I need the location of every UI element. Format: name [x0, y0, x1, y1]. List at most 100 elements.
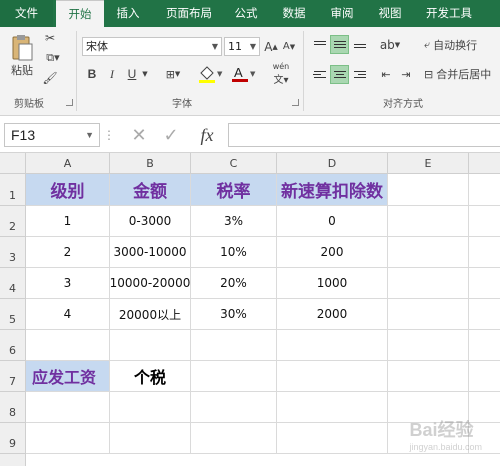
cell-d3[interactable]: 200 — [277, 237, 388, 268]
align-top-button[interactable] — [310, 35, 329, 54]
cell-e4[interactable] — [388, 268, 469, 299]
row-header-3[interactable]: 3 — [0, 237, 26, 268]
italic-button[interactable]: I — [104, 65, 120, 83]
cell-b1[interactable]: 金额 — [110, 174, 191, 206]
cell-c4[interactable]: 20% — [191, 268, 277, 299]
cell-f5[interactable] — [469, 299, 500, 330]
phonetic-guide-icon[interactable]: wén 文▾ — [266, 62, 296, 86]
cell-a2[interactable]: 1 — [26, 206, 110, 237]
align-middle-button[interactable] — [330, 35, 349, 54]
tab-view[interactable]: 视图 — [370, 0, 410, 27]
cell-f1[interactable] — [469, 174, 500, 206]
cell-d9[interactable] — [277, 423, 388, 454]
paste-icon[interactable] — [8, 33, 36, 63]
underline-button[interactable]: U — [124, 65, 140, 83]
row-header-10[interactable] — [0, 454, 26, 466]
column-header-f[interactable] — [469, 153, 500, 174]
increase-font-size-icon[interactable]: A ▲ — [264, 37, 278, 56]
align-right-button[interactable] — [350, 65, 369, 84]
row-header-9[interactable]: 9 — [0, 423, 26, 454]
cell-d6[interactable] — [277, 330, 388, 361]
cell-d7[interactable] — [277, 361, 388, 392]
cell-a8[interactable] — [26, 392, 110, 423]
tab-page-layout[interactable]: 页面布局 — [156, 0, 222, 27]
font-color-icon[interactable]: A ▼ — [230, 65, 258, 83]
wrap-text-button[interactable]: ⤶ 自动换行 — [424, 36, 500, 54]
cell-a7[interactable]: 应发工资 — [26, 361, 110, 392]
tab-home[interactable]: 开始 — [56, 0, 104, 28]
tab-file[interactable]: 文件 — [0, 0, 53, 27]
cell-e5[interactable] — [388, 299, 469, 330]
decrease-indent-icon[interactable]: ⇤ — [377, 65, 395, 84]
merge-center-button[interactable]: ⊟ 合并后居中 — [424, 65, 500, 83]
cell-e7[interactable] — [388, 361, 469, 392]
chevron-down-icon[interactable]: ▼ — [140, 65, 150, 83]
cell-c3[interactable]: 10% — [191, 237, 277, 268]
name-box[interactable]: F13 ▼ — [4, 123, 100, 147]
fill-color-icon[interactable]: ▼ — [196, 65, 226, 83]
cell-b4[interactable]: 10000-20000 — [110, 268, 191, 299]
column-header-d[interactable]: D — [277, 153, 388, 174]
copy-icon[interactable]: ⧉▾ — [42, 50, 64, 66]
cell-e2[interactable] — [388, 206, 469, 237]
paste-button-label[interactable]: 粘贴 — [6, 63, 38, 77]
cell-a4[interactable]: 3 — [26, 268, 110, 299]
decrease-font-size-icon[interactable]: A ▼ — [282, 37, 296, 56]
formula-input[interactable] — [228, 123, 500, 147]
cell-c5[interactable]: 30% — [191, 299, 277, 330]
cell-a9[interactable] — [26, 423, 110, 454]
cell-c7[interactable] — [191, 361, 277, 392]
cell-b9[interactable] — [110, 423, 191, 454]
row-header-4[interactable]: 4 — [0, 268, 26, 299]
tab-data[interactable]: 数据 — [274, 0, 314, 27]
font-size-combo[interactable]: 11 ▼ — [224, 37, 260, 56]
cell-e6[interactable] — [388, 330, 469, 361]
cell-e3[interactable] — [388, 237, 469, 268]
bold-button[interactable]: B — [84, 65, 100, 83]
column-header-b[interactable]: B — [110, 153, 191, 174]
cell-d5[interactable]: 2000 — [277, 299, 388, 330]
cell-b5[interactable]: 20000以上 — [110, 299, 191, 330]
insert-function-icon[interactable]: fx — [192, 123, 222, 147]
column-header-a[interactable]: A — [26, 153, 110, 174]
orientation-icon[interactable]: ab ▼ — [377, 35, 403, 54]
increase-indent-icon[interactable]: ⇥ — [397, 65, 415, 84]
select-all-corner[interactable] — [0, 153, 26, 174]
align-left-button[interactable] — [310, 65, 329, 84]
cell-a5[interactable]: 4 — [26, 299, 110, 330]
enter-icon[interactable]: ✓ — [158, 125, 184, 146]
column-header-c[interactable]: C — [191, 153, 277, 174]
cell-f2[interactable] — [469, 206, 500, 237]
tab-developer[interactable]: 开发工具 — [418, 0, 480, 27]
cancel-icon[interactable]: ✕ — [126, 125, 152, 146]
format-painter-icon[interactable]: 🖌 — [42, 70, 58, 86]
cell-d1[interactable]: 新速算扣除数 — [277, 174, 388, 206]
cell-a1[interactable]: 级别 — [26, 174, 110, 206]
row-header-7[interactable]: 7 — [0, 361, 26, 392]
font-name-combo[interactable]: 宋体 ▼ — [82, 37, 222, 56]
row-header-1[interactable]: 1 — [0, 174, 26, 206]
row-header-8[interactable]: 8 — [0, 392, 26, 423]
cell-f3[interactable] — [469, 237, 500, 268]
borders-icon[interactable]: ⊞ ▼ — [160, 65, 186, 83]
font-dialog-launcher[interactable] — [292, 99, 299, 106]
cut-icon[interactable]: ✂ — [42, 30, 58, 46]
row-header-6[interactable]: 6 — [0, 330, 26, 361]
row-header-2[interactable]: 2 — [0, 206, 26, 237]
cell-b8[interactable] — [110, 392, 191, 423]
column-header-e[interactable]: E — [388, 153, 469, 174]
align-bottom-button[interactable] — [350, 35, 369, 54]
tab-review[interactable]: 审阅 — [322, 0, 362, 27]
cell-a3[interactable]: 2 — [26, 237, 110, 268]
tab-insert[interactable]: 插入 — [108, 0, 148, 27]
clipboard-dialog-launcher[interactable] — [66, 99, 73, 106]
cell-c9[interactable] — [191, 423, 277, 454]
cell-b2[interactable]: 0-3000 — [110, 206, 191, 237]
cell-b6[interactable] — [110, 330, 191, 361]
cell-e1[interactable] — [388, 174, 469, 206]
cell-f7[interactable] — [469, 361, 500, 392]
cell-d4[interactable]: 1000 — [277, 268, 388, 299]
cell-d2[interactable]: 0 — [277, 206, 388, 237]
cell-f6[interactable] — [469, 330, 500, 361]
cell-a6[interactable] — [26, 330, 110, 361]
